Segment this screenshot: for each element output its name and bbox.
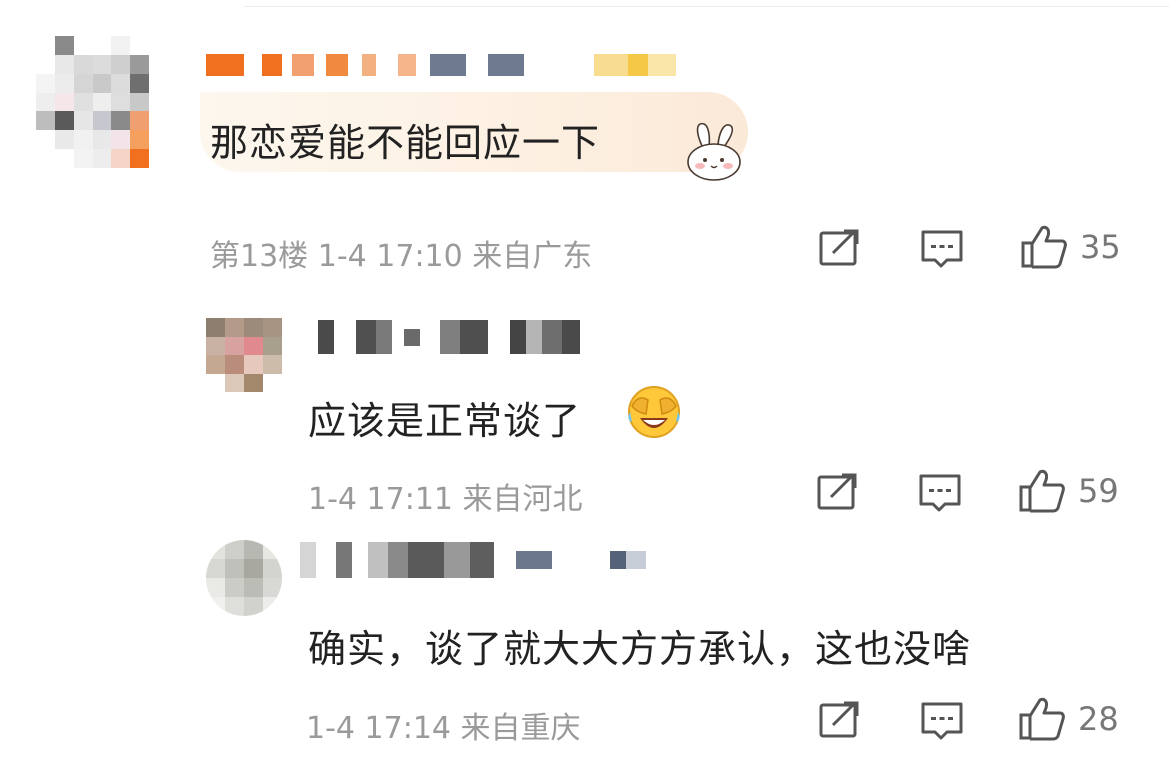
repost-button[interactable] xyxy=(818,228,860,268)
laughing-crying-emoji-icon xyxy=(628,386,680,438)
repost-button[interactable] xyxy=(816,472,858,512)
comment-text: 应该是正常谈了 xyxy=(308,399,582,443)
like-button[interactable]: 59 xyxy=(1018,468,1119,514)
like-count: 35 xyxy=(1080,228,1121,266)
floor-label: 第13楼 xyxy=(210,239,309,274)
repost-icon xyxy=(819,229,859,266)
like-button[interactable]: 28 xyxy=(1018,696,1119,742)
like-count: 59 xyxy=(1078,472,1119,510)
comment-location: 来自重庆 xyxy=(460,711,581,746)
like-icon xyxy=(1021,225,1067,269)
comment-icon xyxy=(921,230,963,268)
username-blurred[interactable] xyxy=(206,54,676,76)
comment-location: 来自河北 xyxy=(462,482,583,517)
comment-time: 1-4 17:11 xyxy=(308,482,453,517)
like-icon xyxy=(1019,697,1065,741)
avatar[interactable] xyxy=(206,318,282,392)
comment-meta: 第13楼 1-4 17:10 来自广东 xyxy=(210,231,592,275)
like-button[interactable]: 35 xyxy=(1020,224,1121,270)
top-divider xyxy=(244,6,1169,7)
repost-icon xyxy=(817,473,857,510)
username-blurred[interactable] xyxy=(318,320,580,354)
like-icon xyxy=(1019,469,1065,513)
avatar[interactable] xyxy=(206,540,282,616)
repost-button[interactable] xyxy=(818,700,860,740)
comment-meta: 1-4 17:14 来自重庆 xyxy=(306,703,581,747)
comment-button[interactable] xyxy=(920,700,964,742)
comment-text: 那恋爱能不能回应一下 xyxy=(210,121,601,165)
avatar[interactable] xyxy=(36,36,168,168)
comment-text: 确实，谈了就大大方方承认，这也没啥 xyxy=(308,627,972,671)
like-count: 28 xyxy=(1078,700,1119,738)
bunny-sticker-icon xyxy=(687,122,741,181)
repost-icon xyxy=(819,701,859,738)
comment-meta: 1-4 17:11 来自河北 xyxy=(308,474,583,518)
comment-time: 1-4 17:10 xyxy=(317,239,463,274)
comment-button[interactable] xyxy=(918,472,962,514)
comment-location: 来自广东 xyxy=(472,239,593,274)
comment-button[interactable] xyxy=(920,228,964,270)
comment-icon xyxy=(919,474,961,512)
comment-icon xyxy=(921,702,963,740)
comment-time: 1-4 17:14 xyxy=(306,711,451,746)
username-blurred[interactable] xyxy=(300,542,646,578)
